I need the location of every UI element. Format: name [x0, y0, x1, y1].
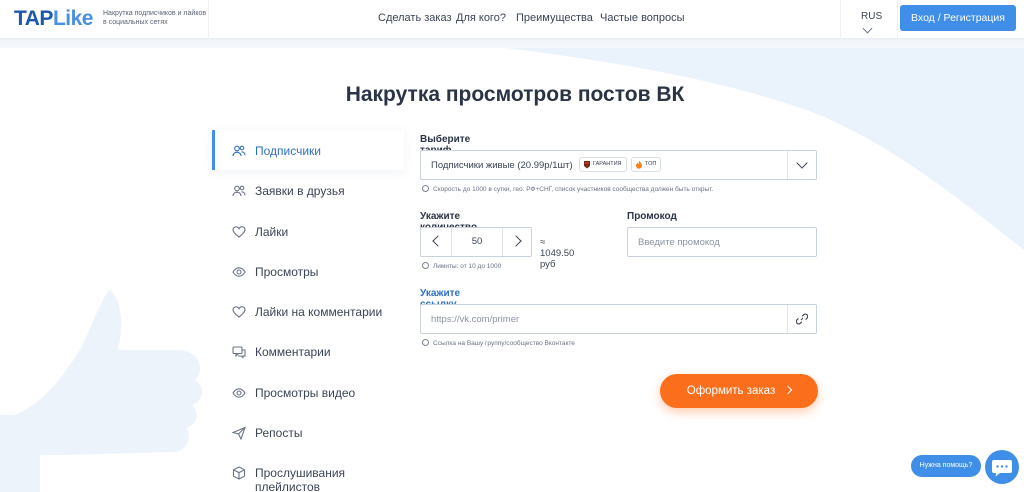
- send-icon: [232, 426, 246, 441]
- box-icon: [232, 466, 246, 480]
- fire-icon: [636, 160, 642, 169]
- page-title: Накрутка просмотров постов ВК: [345, 83, 685, 106]
- link-hint-text: Ссылка на Вашу группу/сообщество Вконтак…: [433, 340, 575, 347]
- sidebar-item-label: Просмотры видео: [255, 385, 356, 400]
- chevron-left-icon: [432, 235, 444, 247]
- price-estimate: ≈ 1049.50 руб: [540, 237, 575, 270]
- chevron-right-icon: [510, 235, 522, 247]
- quantity-hint-text: Лимиты: от 10 до 1000: [433, 263, 502, 270]
- nav-make-order[interactable]: Сделать заказ: [378, 12, 452, 24]
- chevron-down-icon[interactable]: [796, 157, 808, 169]
- promo-placeholder: Введите промокод: [638, 237, 720, 248]
- sidebar-item-label: Просмотры: [255, 264, 319, 279]
- header-divider: [208, 0, 209, 38]
- comments-icon: [232, 346, 246, 360]
- chat-button[interactable]: [985, 450, 1019, 484]
- logo-like: Like: [52, 7, 94, 30]
- sidebar-item-likes[interactable]: Лайки: [212, 211, 404, 251]
- sidebar-item-subscribers[interactable]: Подписчики: [212, 130, 404, 171]
- increase-button[interactable]: [503, 228, 533, 256]
- help-label[interactable]: Нужна помощь?: [911, 455, 981, 477]
- chevron-right-icon: [783, 385, 793, 395]
- check-icon: [422, 185, 429, 192]
- sidebar-item-comments[interactable]: Комментарии: [212, 331, 404, 371]
- sidebar-item-playlist-listens[interactable]: Прослушивания плейлистов: [212, 452, 404, 492]
- nav-advantages[interactable]: Преимущества: [516, 12, 593, 24]
- nav-for-whom[interactable]: Для кого?: [456, 12, 506, 24]
- heart-icon: [232, 225, 246, 238]
- sidebar-item-label: Лайки на комментарии: [255, 305, 383, 320]
- link-hint: Ссылка на Вашу группу/сообщество Вконтак…: [422, 339, 575, 347]
- promo-label: Промокод: [627, 211, 677, 222]
- users-icon: [232, 145, 246, 157]
- submit-order-label: Оформить заказ: [686, 385, 776, 397]
- check-icon: [422, 262, 429, 269]
- sidebar-item-label: Прослушивания плейлистов: [255, 466, 346, 492]
- login-button[interactable]: Вход / Регистрация: [900, 5, 1016, 31]
- guarantee-badge: ГАРАНТИЯ: [579, 157, 627, 172]
- sidebar-item-views[interactable]: Просмотры: [212, 251, 404, 291]
- top-badge: ТОП: [631, 157, 662, 172]
- sidebar-item-label: Лайки: [255, 224, 289, 239]
- sidebar-item-video-views[interactable]: Просмотры видео: [212, 372, 404, 412]
- language-label: RUS: [861, 11, 883, 22]
- language-selector[interactable]: RUS: [840, 0, 898, 38]
- tagline: Накрутка подписчиков и лайков в социальн…: [103, 10, 207, 26]
- header: TAPLike Накрутка подписчиков и лайков в …: [0, 0, 1024, 38]
- promo-input[interactable]: Введите промокод: [627, 227, 817, 257]
- submit-order-button[interactable]: Оформить заказ: [660, 374, 818, 408]
- quantity-value[interactable]: 50: [451, 228, 503, 256]
- top-label: ТОП: [645, 161, 657, 167]
- tariff-hint-text: Скорость до 1000 в сутки, гео: РФ+СНГ, с…: [433, 186, 714, 193]
- chat-icon: [992, 460, 1012, 477]
- select-divider: [787, 151, 788, 179]
- sidebar-item-label: Подписчики: [255, 144, 322, 158]
- link-icon[interactable]: [796, 313, 808, 325]
- quantity-hint: Лимиты: от 10 до 1000: [422, 262, 501, 270]
- tariff-value: Подписчики живые (20.99р/1шт): [431, 160, 573, 171]
- service-sidebar: Подписчики Заявки в друзья Лайки Просмот…: [212, 130, 404, 492]
- guarantee-label: ГАРАНТИЯ: [593, 161, 622, 167]
- nav-faq[interactable]: Частые вопросы: [600, 12, 685, 24]
- link-input[interactable]: https://vk.com/primer: [420, 304, 817, 334]
- decrease-button[interactable]: [421, 228, 451, 256]
- sidebar-item-label: Заявки в друзья: [255, 184, 345, 199]
- chevron-down-icon: [862, 23, 873, 34]
- logo-tap: TAP: [14, 7, 53, 30]
- sidebar-item-label: Репосты: [255, 426, 303, 441]
- link-divider: [787, 305, 788, 333]
- eye-icon: [232, 388, 246, 398]
- tariff-select[interactable]: Подписчики живые (20.99р/1шт) ГАРАНТИЯ Т…: [420, 150, 817, 180]
- guarantee-icon: [584, 161, 590, 169]
- heart-icon: [232, 306, 246, 318]
- sidebar-item-label: Комментарии: [255, 345, 331, 360]
- link-placeholder: https://vk.com/primer: [431, 314, 520, 325]
- logo[interactable]: TAPLike: [14, 7, 93, 31]
- sidebar-item-reposts[interactable]: Репосты: [212, 412, 404, 452]
- sidebar-item-friend-requests[interactable]: Заявки в друзья: [212, 170, 404, 210]
- quantity-stepper[interactable]: 50: [420, 227, 532, 257]
- eye-icon: [232, 267, 246, 277]
- friends-icon: [232, 185, 246, 197]
- check-icon: [422, 339, 429, 346]
- tariff-hint: Скорость до 1000 в сутки, гео: РФ+СНГ, с…: [422, 185, 713, 193]
- sidebar-item-comment-likes[interactable]: Лайки на комментарии: [212, 291, 404, 331]
